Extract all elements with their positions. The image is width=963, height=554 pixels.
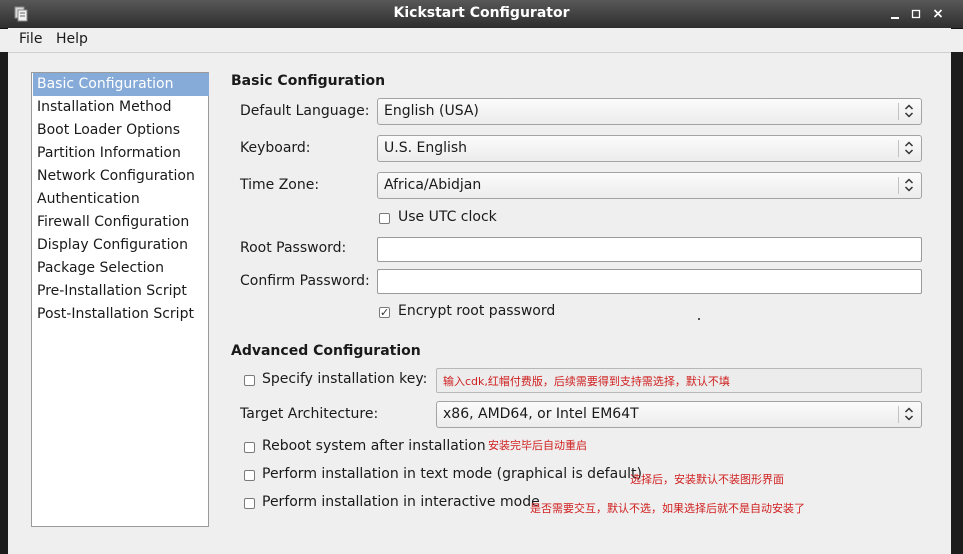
- menu-file[interactable]: File: [19, 31, 42, 47]
- sidebar-item-network-configuration[interactable]: Network Configuration: [33, 165, 209, 188]
- sidebar-item-authentication[interactable]: Authentication: [33, 188, 209, 211]
- sidebar-nav: Basic Configuration Installation Method …: [31, 72, 209, 527]
- sidebar-item-display-configuration[interactable]: Display Configuration: [33, 234, 209, 257]
- sidebar-item-partition-information[interactable]: Partition Information: [33, 142, 209, 165]
- default-language-select[interactable]: English (USA): [377, 98, 922, 125]
- combo-arrows-icon: [904, 178, 914, 192]
- timezone-select[interactable]: Africa/Abidjan: [377, 172, 922, 199]
- encrypt-root-password-checkbox[interactable]: ✓: [379, 307, 390, 318]
- combo-separator: [898, 140, 899, 157]
- confirm-password-input[interactable]: [378, 270, 921, 293]
- text-mode-label: Perform installation in text mode (graph…: [262, 466, 642, 482]
- basic-configuration-title: Basic Configuration: [231, 73, 386, 89]
- combo-arrows-icon: [904, 407, 914, 421]
- sidebar-item-installation-method[interactable]: Installation Method: [33, 96, 209, 119]
- sidebar-item-basic-configuration[interactable]: Basic Configuration: [33, 73, 209, 96]
- install-key-field[interactable]: [436, 368, 922, 393]
- default-language-value: English (USA): [384, 103, 479, 119]
- kickstart-window: Kickstart Configurator File Help Basic C…: [0, 0, 963, 554]
- menu-help[interactable]: Help: [56, 31, 88, 47]
- keyboard-value: U.S. English: [384, 140, 468, 156]
- install-key-input[interactable]: [437, 369, 921, 392]
- combo-arrows-icon: [904, 104, 914, 118]
- text-mode-note: 选择后，安装默认不装图形界面: [630, 473, 784, 486]
- keyboard-select[interactable]: U.S. English: [377, 135, 922, 162]
- root-password-input[interactable]: [378, 238, 921, 261]
- interactive-mode-label: Perform installation in interactive mode: [262, 494, 540, 510]
- stray-dot: [698, 318, 700, 320]
- target-architecture-select[interactable]: x86, AMD64, or Intel EM64T: [436, 401, 922, 428]
- text-mode-checkbox[interactable]: [244, 470, 255, 481]
- confirm-password-field[interactable]: [377, 269, 922, 294]
- reboot-note: 安装完毕后自动重启: [488, 439, 587, 452]
- target-architecture-value: x86, AMD64, or Intel EM64T: [443, 406, 639, 422]
- advanced-configuration-title: Advanced Configuration: [231, 343, 421, 359]
- window-frame-right: [951, 52, 963, 554]
- menu-bar: File Help: [8, 28, 951, 53]
- minimize-icon[interactable]: [887, 5, 903, 23]
- window-title: Kickstart Configurator: [393, 5, 570, 21]
- install-key-checkbox[interactable]: [244, 375, 255, 386]
- default-language-label: Default Language:: [240, 103, 370, 119]
- sidebar-item-firewall-configuration[interactable]: Firewall Configuration: [33, 211, 209, 234]
- use-utc-checkbox[interactable]: [379, 213, 390, 224]
- combo-arrows-icon: [904, 141, 914, 155]
- reboot-checkbox[interactable]: [244, 442, 255, 453]
- close-icon[interactable]: [930, 5, 946, 23]
- window-frame-left: [0, 52, 8, 554]
- root-password-field[interactable]: [377, 237, 922, 262]
- keyboard-label: Keyboard:: [240, 140, 311, 156]
- maximize-icon[interactable]: [908, 5, 924, 23]
- root-password-label: Root Password:: [240, 240, 347, 256]
- install-key-label: Specify installation key:: [262, 371, 428, 387]
- sidebar-item-boot-loader-options[interactable]: Boot Loader Options: [33, 119, 209, 142]
- encrypt-root-password-label: Encrypt root password: [398, 303, 556, 319]
- combo-separator: [898, 406, 899, 423]
- target-architecture-label: Target Architecture:: [240, 406, 379, 422]
- reboot-label: Reboot system after installation: [262, 438, 486, 454]
- interactive-mode-checkbox[interactable]: [244, 498, 255, 509]
- interactive-mode-note: 是否需要交互，默认不选，如果选择后就不是自动安装了: [530, 502, 805, 515]
- sidebar-item-package-selection[interactable]: Package Selection: [33, 257, 209, 280]
- title-bar[interactable]: Kickstart Configurator: [0, 0, 963, 29]
- combo-separator: [898, 103, 899, 120]
- combo-separator: [898, 177, 899, 194]
- timezone-label: Time Zone:: [240, 177, 320, 193]
- timezone-value: Africa/Abidjan: [384, 177, 482, 193]
- confirm-password-label: Confirm Password:: [240, 273, 370, 289]
- use-utc-label: Use UTC clock: [398, 209, 497, 225]
- sidebar-item-pre-installation-script[interactable]: Pre-Installation Script: [33, 280, 209, 303]
- sidebar-item-post-installation-script[interactable]: Post-Installation Script: [33, 303, 209, 326]
